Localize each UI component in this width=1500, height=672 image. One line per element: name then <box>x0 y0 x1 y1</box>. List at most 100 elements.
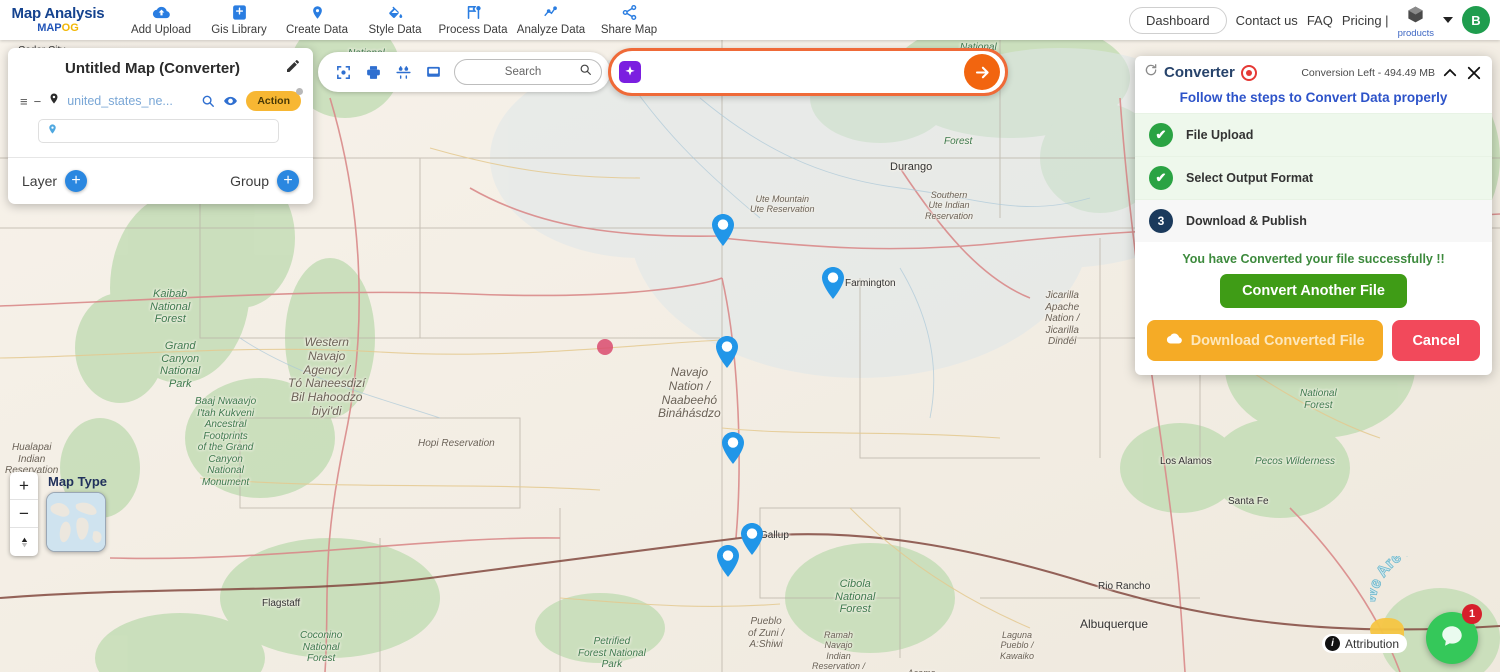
layer-pin-icon <box>48 91 60 111</box>
nav-item-label: Process Data <box>438 23 508 36</box>
action-notification-dot <box>296 88 303 95</box>
nav-item-label: Style Data <box>368 23 422 36</box>
chat-unread-badge[interactable]: 1 <box>1462 604 1482 624</box>
library-icon <box>200 4 278 21</box>
map-type-thumbnail[interactable] <box>46 492 106 552</box>
step-number-badge: 3 <box>1149 209 1173 233</box>
zoom-in-button[interactable]: + <box>10 472 38 500</box>
map-pin-icon <box>278 4 356 21</box>
conversion-left-text: Conversion Left - 494.49 MB <box>1301 66 1435 79</box>
nav-item-add-upload[interactable]: Add Upload <box>122 4 200 37</box>
layer-panel-header: Untitled Map (Converter) <box>8 48 313 87</box>
record-icon[interactable] <box>1240 64 1257 81</box>
chat-bubble-icon <box>1439 623 1465 654</box>
refresh-icon[interactable] <box>1144 63 1158 82</box>
nav-link-pricing[interactable]: Pricing | <box>1342 13 1389 28</box>
brand-line-2: MAPOG <box>37 22 79 34</box>
dashboard-button[interactable]: Dashboard <box>1129 6 1227 34</box>
nav-link-contact-us[interactable]: Contact us <box>1236 13 1298 28</box>
nav-item-gis-library[interactable]: Gis Library <box>200 4 278 37</box>
converter-step-select-output-format[interactable]: ✔ Select Output Format <box>1135 156 1492 199</box>
ai-submit-button[interactable] <box>964 54 1000 90</box>
search-icon[interactable] <box>579 63 592 81</box>
nav-item-label: Analyze Data <box>516 23 586 36</box>
brand-line-1: Map Analysis <box>11 5 105 22</box>
nav-item-label: Create Data <box>285 23 348 36</box>
check-icon: ✔ <box>1149 166 1173 190</box>
map-type-label: Map Type <box>48 474 107 489</box>
nav-item-process-data[interactable]: Process Data <box>434 4 512 37</box>
check-icon: ✔ <box>1149 123 1173 147</box>
nav-item-create-data[interactable]: Create Data <box>278 4 356 37</box>
convert-another-file-button[interactable]: Convert Another File <box>1220 274 1407 308</box>
converter-step-label: File Upload <box>1186 128 1254 142</box>
map-point-marker[interactable] <box>597 339 613 355</box>
nav-item-label: Gis Library <box>211 23 267 36</box>
layer-panel: Untitled Map (Converter) ≡ − united_stat… <box>8 48 313 204</box>
layer-list: ≡ − united_states_ne... Action <box>8 87 313 158</box>
paint-bucket-icon <box>356 4 434 21</box>
attribution-badge[interactable]: i Attribution <box>1322 634 1408 653</box>
layer-name[interactable]: united_states_ne... <box>67 94 194 108</box>
nav-right-group: Dashboard Contact us FAQ Pricing | produ… <box>1129 3 1500 39</box>
products-menu[interactable]: products <box>1398 5 1434 39</box>
add-group-group[interactable]: Group + <box>230 170 299 192</box>
compare-icon[interactable] <box>388 57 418 87</box>
ai-search-bar[interactable] <box>608 48 1008 96</box>
add-layer-group[interactable]: Layer + <box>22 170 88 192</box>
locate-icon[interactable] <box>328 57 358 87</box>
nav-item-label: Share Map <box>600 23 658 36</box>
print-icon[interactable] <box>358 57 388 87</box>
layer-row[interactable]: ≡ − united_states_ne... Action <box>20 88 303 111</box>
cancel-button[interactable]: Cancel <box>1392 320 1480 361</box>
search-icon[interactable] <box>201 94 215 108</box>
converter-step-file-upload[interactable]: ✔ File Upload <box>1135 113 1492 156</box>
chevron-down-icon[interactable] <box>1443 17 1453 23</box>
close-icon[interactable] <box>1465 64 1483 82</box>
nav-item-style-data[interactable]: Style Data <box>356 4 434 37</box>
nav-item-label: Add Upload <box>130 23 192 36</box>
zoom-controls: + − <box>10 472 38 556</box>
attribution-label: Attribution <box>1345 636 1400 651</box>
layer-panel-footer: Layer + Group + <box>8 158 313 204</box>
layer-action-button[interactable]: Action <box>246 88 303 111</box>
nav-item-share-map[interactable]: Share Map <box>590 4 668 37</box>
drag-handle-icon[interactable]: ≡ <box>20 94 28 109</box>
pencil-icon[interactable] <box>285 58 301 79</box>
converter-subtitle: Follow the steps to Convert Data properl… <box>1179 90 1448 105</box>
top-navigation-bar: Map Analysis MAPOG Add Upload Gis Librar… <box>0 0 1500 40</box>
layer-symbol-row[interactable] <box>38 119 279 143</box>
zoom-out-button[interactable]: − <box>10 500 38 528</box>
group-label: Group <box>230 173 269 189</box>
download-button-label: Download Converted File <box>1190 332 1365 349</box>
converter-step-label: Download & Publish <box>1186 214 1307 228</box>
nav-item-analyze-data[interactable]: Analyze Data <box>512 4 590 37</box>
map-search-input[interactable]: Search <box>454 59 602 85</box>
conversion-success-message: You have Converted your file successfull… <box>1182 252 1445 266</box>
add-layer-button[interactable]: + <box>65 170 88 192</box>
user-avatar[interactable]: B <box>1462 6 1490 34</box>
converter-header: Converter Conversion Left - 494.49 MB <box>1135 56 1492 87</box>
layer-action-label: Action <box>257 95 290 107</box>
map-toolbar: Search <box>318 52 610 92</box>
app-logo[interactable]: Map Analysis MAPOG <box>8 6 108 34</box>
ai-sparkle-icon[interactable] <box>619 61 641 83</box>
chevron-up-icon[interactable] <box>1441 64 1459 82</box>
map-search-placeholder: Search <box>504 66 542 78</box>
cloud-download-icon <box>1166 331 1183 350</box>
collapse-dash-icon[interactable]: − <box>34 94 42 109</box>
compass-icon[interactable] <box>10 528 38 556</box>
info-icon: i <box>1325 636 1340 651</box>
eye-icon[interactable] <box>222 94 239 108</box>
share-icon <box>590 4 668 21</box>
download-converted-file-button[interactable]: Download Converted File <box>1147 320 1384 361</box>
converter-title: Converter <box>1164 64 1235 81</box>
converter-step-download-publish[interactable]: 3 Download & Publish <box>1135 199 1492 242</box>
ai-search-input[interactable] <box>641 64 964 80</box>
nav-link-faq[interactable]: FAQ <box>1307 13 1333 28</box>
products-cube-icon <box>1406 6 1425 28</box>
map-type-switcher[interactable]: Map Type <box>46 474 107 552</box>
add-group-button[interactable]: + <box>277 170 299 192</box>
legend-icon[interactable] <box>418 57 448 87</box>
layer-symbol-pin-icon <box>47 122 58 141</box>
